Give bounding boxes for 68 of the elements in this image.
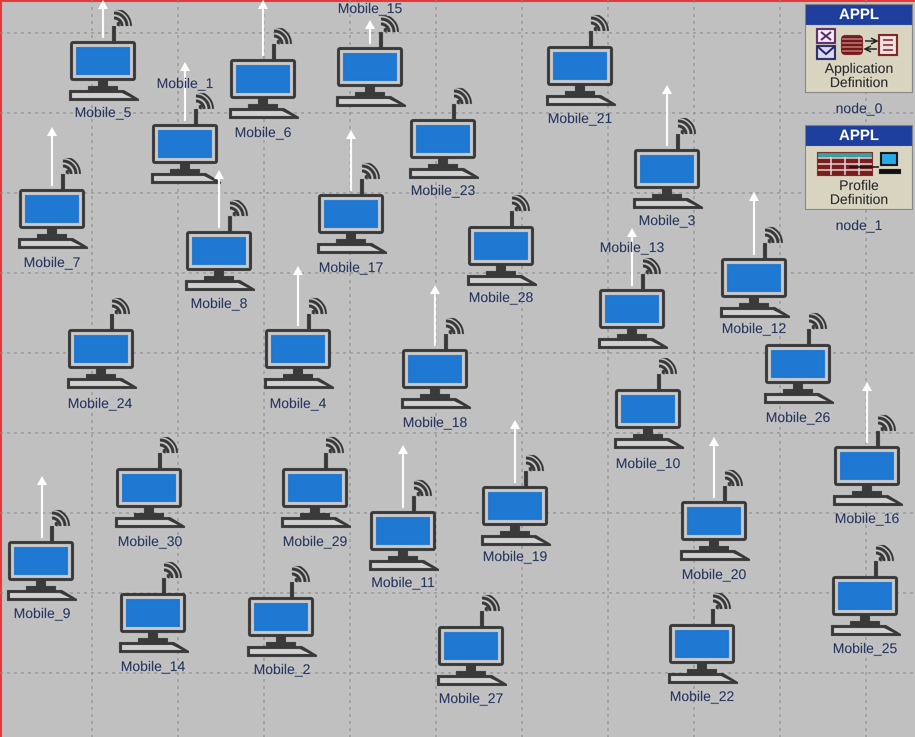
node-title: Profile Definition <box>828 178 890 209</box>
computer-icon[interactable] <box>114 467 186 529</box>
computer-icon[interactable] <box>613 388 685 450</box>
node-label: Mobile_1 <box>156 76 214 90</box>
config-node[interactable]: APPL Application Definition <box>805 4 913 93</box>
node-label: Mobile_22 <box>670 689 734 703</box>
computer-icon[interactable] <box>545 45 617 107</box>
config-node[interactable]: APPL Profile Definition <box>805 125 913 210</box>
node-label: Mobile_12 <box>722 321 786 335</box>
node-label: Mobile_30 <box>118 534 182 548</box>
computer-icon[interactable] <box>6 540 78 602</box>
computer-icon[interactable] <box>17 188 89 250</box>
node-label: node_0 <box>836 101 882 115</box>
node-label: Mobile_15 <box>338 1 402 15</box>
node-label: Mobile_10 <box>616 456 680 470</box>
node-label: Mobile_14 <box>120 659 186 673</box>
node-label: Mobile_21 <box>548 111 612 125</box>
node-label: Mobile_24 <box>68 396 132 410</box>
node-label: Mobile_26 <box>766 410 830 424</box>
computer-icon[interactable] <box>436 625 508 687</box>
node-badge: APPL <box>806 5 912 25</box>
computer-icon[interactable] <box>335 46 407 108</box>
node-label: Mobile_17 <box>318 260 384 274</box>
node-label: Mobile_9 <box>14 606 70 620</box>
computer-icon[interactable] <box>263 328 335 390</box>
computer-icon[interactable] <box>679 500 751 562</box>
node-label: Mobile_16 <box>834 511 900 525</box>
node-title: Application Definition <box>824 61 894 92</box>
computer-icon[interactable] <box>597 288 669 350</box>
node-label: Mobile_5 <box>74 105 132 119</box>
computer-icon[interactable] <box>830 575 902 637</box>
computer-icon[interactable] <box>632 148 704 210</box>
computer-icon[interactable] <box>118 592 190 654</box>
computer-icon[interactable] <box>150 123 222 185</box>
computer-icon[interactable] <box>719 257 791 319</box>
computer-icon[interactable] <box>480 485 552 547</box>
computer-icon[interactable] <box>316 193 388 255</box>
node-label: Mobile_25 <box>832 641 898 655</box>
computer-icon[interactable] <box>832 445 904 507</box>
computer-icon[interactable] <box>66 328 138 390</box>
node-label: node_1 <box>836 218 882 232</box>
computer-icon[interactable] <box>246 596 318 658</box>
node-label: Mobile_20 <box>682 567 746 581</box>
node-label: Mobile_27 <box>438 691 504 705</box>
node-label: Mobile_23 <box>410 183 476 197</box>
node-label: Mobile_11 <box>371 575 435 589</box>
node-label: Mobile_29 <box>282 534 348 548</box>
computer-icon[interactable] <box>368 510 440 572</box>
node-label: Mobile_19 <box>482 549 548 563</box>
node-label: Mobile_8 <box>190 296 248 310</box>
node-badge: APPL <box>806 126 912 146</box>
node-label: Mobile_2 <box>254 662 310 676</box>
node-label: Mobile_28 <box>468 290 534 304</box>
computer-icon[interactable] <box>466 225 538 287</box>
computer-icon[interactable] <box>68 40 140 102</box>
computer-icon[interactable] <box>408 118 480 180</box>
node-label: Mobile_13 <box>600 240 664 254</box>
node-label: Mobile_4 <box>270 396 326 410</box>
node-label: Mobile_3 <box>638 213 696 227</box>
node-label: Mobile_18 <box>402 415 468 429</box>
computer-icon[interactable] <box>280 467 352 529</box>
computer-icon[interactable] <box>667 623 739 685</box>
node-label: Mobile_6 <box>234 125 292 139</box>
computer-icon[interactable] <box>228 58 300 120</box>
computer-icon[interactable] <box>400 348 472 410</box>
computer-icon[interactable] <box>763 343 835 405</box>
node-label: Mobile_7 <box>24 255 80 269</box>
computer-icon[interactable] <box>184 230 256 292</box>
